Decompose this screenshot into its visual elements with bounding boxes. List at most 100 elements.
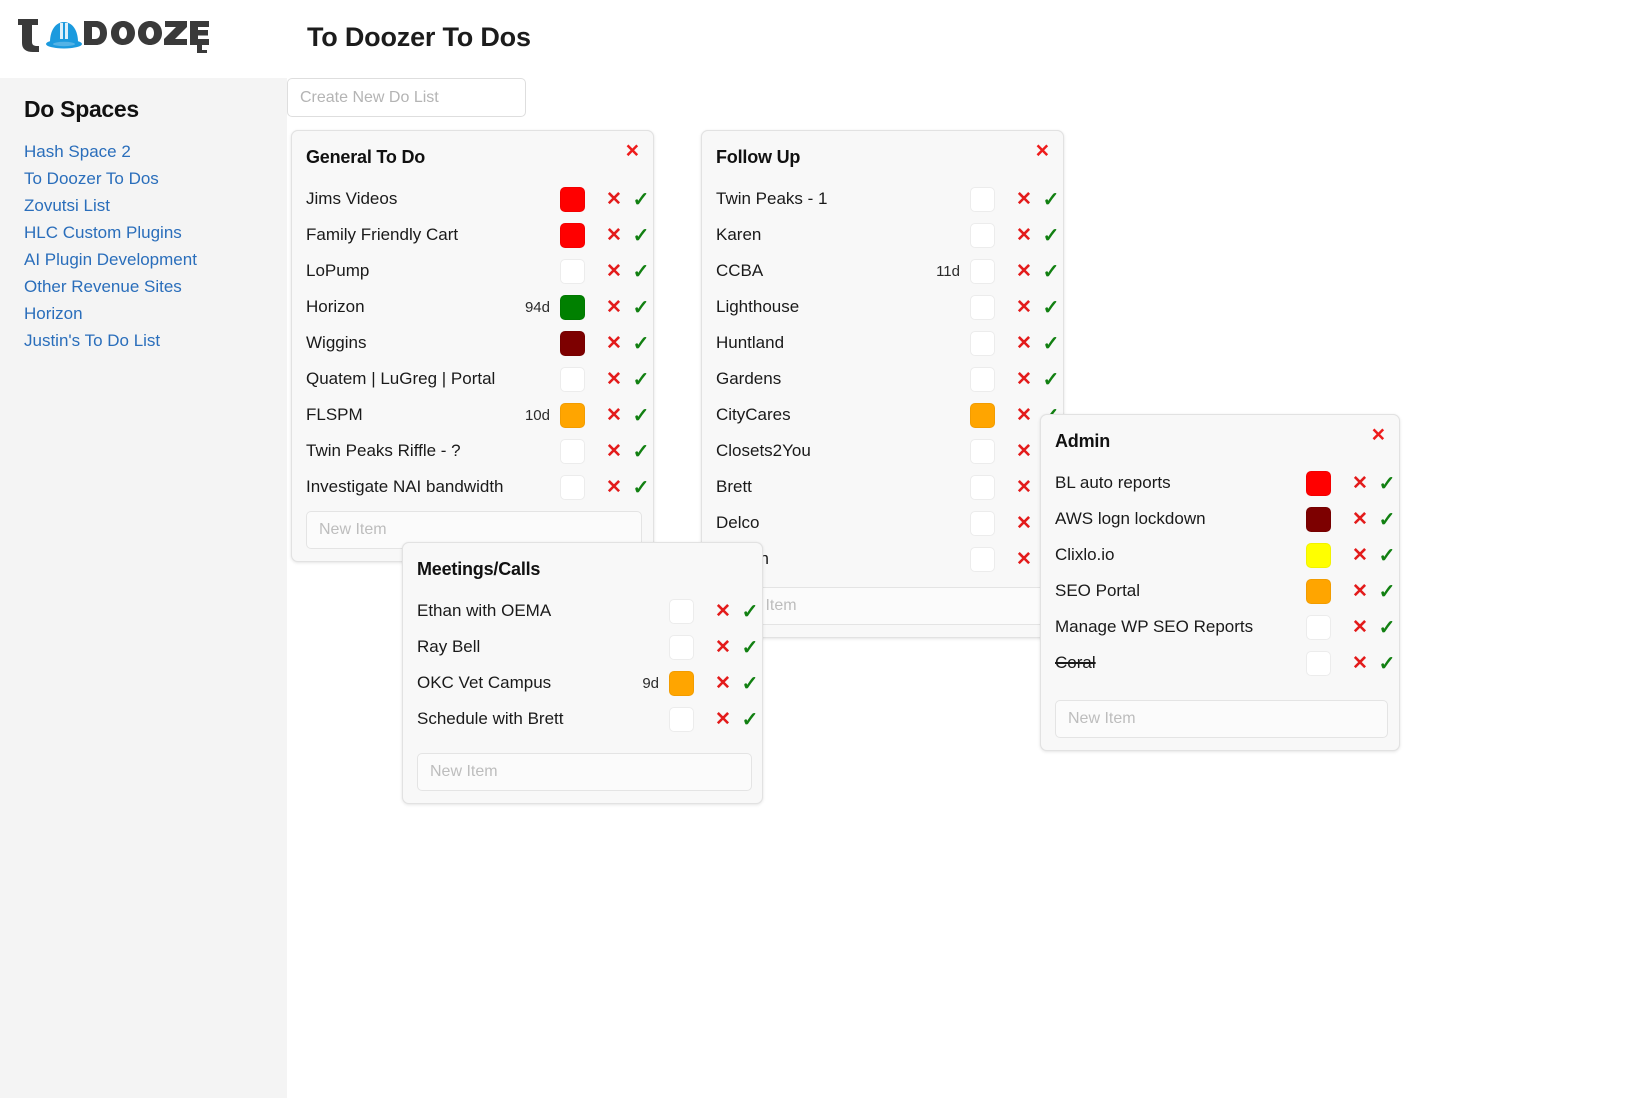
sidebar-item-to-doozer-to-dos[interactable]: To Doozer To Dos <box>24 165 197 192</box>
complete-item-icon[interactable]: ✓ <box>629 439 653 464</box>
list-item-label[interactable]: Wiggins <box>306 333 366 353</box>
list-item-label[interactable]: Manage WP SEO Reports <box>1055 617 1253 637</box>
list-item-label[interactable]: CCBA <box>716 261 763 281</box>
priority-color-swatch[interactable] <box>560 294 585 320</box>
delete-item-icon[interactable]: ✕ <box>1347 472 1373 495</box>
list-item-label[interactable]: Twin Peaks Riffle - ? <box>306 441 461 461</box>
complete-item-icon[interactable]: ✓ <box>629 475 653 500</box>
delete-item-icon[interactable]: ✕ <box>1011 188 1037 211</box>
priority-color-swatch[interactable] <box>560 186 585 212</box>
priority-color-swatch[interactable] <box>970 474 995 500</box>
priority-color-swatch[interactable] <box>1306 470 1331 496</box>
complete-item-icon[interactable]: ✓ <box>629 187 653 212</box>
delete-item-icon[interactable]: ✕ <box>601 476 627 499</box>
delete-item-icon[interactable]: ✕ <box>1347 508 1373 531</box>
delete-item-icon[interactable]: ✕ <box>1347 580 1373 603</box>
sidebar-item-hlc-custom-plugins[interactable]: HLC Custom Plugins <box>24 219 197 246</box>
complete-item-icon[interactable]: ✓ <box>1375 543 1399 568</box>
delete-item-icon[interactable]: ✕ <box>1347 544 1373 567</box>
delete-item-icon[interactable]: ✕ <box>710 708 736 731</box>
new-item-input[interactable] <box>417 753 752 791</box>
list-item-label[interactable]: OKC Vet Campus <box>417 673 551 693</box>
delete-item-icon[interactable]: ✕ <box>1011 476 1037 499</box>
complete-item-icon[interactable]: ✓ <box>1039 295 1063 320</box>
complete-item-icon[interactable]: ✓ <box>629 295 653 320</box>
list-item-label[interactable]: FLSPM <box>306 405 363 425</box>
close-icon[interactable]: × <box>1036 139 1049 162</box>
priority-color-swatch[interactable] <box>970 222 995 248</box>
complete-item-icon[interactable]: ✓ <box>738 635 762 660</box>
list-item-label[interactable]: Lighthouse <box>716 297 799 317</box>
priority-color-swatch[interactable] <box>1306 542 1331 568</box>
priority-color-swatch[interactable] <box>560 438 585 464</box>
complete-item-icon[interactable]: ✓ <box>738 671 762 696</box>
list-item-label[interactable]: Ray Bell <box>417 637 480 657</box>
app-logo[interactable] <box>14 13 210 53</box>
sidebar-item-justin-s-to-do-list[interactable]: Justin's To Do List <box>24 327 197 354</box>
complete-item-icon[interactable]: ✓ <box>738 707 762 732</box>
complete-item-icon[interactable]: ✓ <box>1039 367 1063 392</box>
delete-item-icon[interactable]: ✕ <box>710 672 736 695</box>
list-item-label[interactable]: Quatem | LuGreg | Portal <box>306 369 495 389</box>
list-item-label[interactable]: Schedule with Brett <box>417 709 563 729</box>
delete-item-icon[interactable]: ✕ <box>1011 548 1037 571</box>
priority-color-swatch[interactable] <box>669 598 694 624</box>
list-item-label[interactable]: Ethan with OEMA <box>417 601 551 621</box>
list-item-label[interactable]: Coral <box>1055 653 1096 673</box>
complete-item-icon[interactable]: ✓ <box>1375 471 1399 496</box>
list-item-label[interactable]: Closets2You <box>716 441 811 461</box>
priority-color-swatch[interactable] <box>970 438 995 464</box>
list-item-label[interactable]: Jims Videos <box>306 189 397 209</box>
list-item-label[interactable]: Gardens <box>716 369 781 389</box>
priority-color-swatch[interactable] <box>1306 578 1331 604</box>
priority-color-swatch[interactable] <box>970 294 995 320</box>
list-item-label[interactable]: Huntland <box>716 333 784 353</box>
delete-item-icon[interactable]: ✕ <box>1011 260 1037 283</box>
sidebar-item-zovutsi-list[interactable]: Zovutsi List <box>24 192 197 219</box>
priority-color-swatch[interactable] <box>970 402 995 428</box>
new-item-input[interactable] <box>716 587 1052 625</box>
delete-item-icon[interactable]: ✕ <box>601 260 627 283</box>
complete-item-icon[interactable]: ✓ <box>1039 187 1063 212</box>
priority-color-swatch[interactable] <box>1306 506 1331 532</box>
create-new-list-input[interactable] <box>287 78 526 117</box>
sidebar-item-other-revenue-sites[interactable]: Other Revenue Sites <box>24 273 197 300</box>
priority-color-swatch[interactable] <box>560 258 585 284</box>
priority-color-swatch[interactable] <box>560 474 585 500</box>
delete-item-icon[interactable]: ✕ <box>1011 224 1037 247</box>
delete-item-icon[interactable]: ✕ <box>1011 296 1037 319</box>
new-item-input[interactable] <box>1055 700 1388 738</box>
delete-item-icon[interactable]: ✕ <box>601 404 627 427</box>
delete-item-icon[interactable]: ✕ <box>710 636 736 659</box>
list-item-label[interactable]: Clixlo.io <box>1055 545 1115 565</box>
priority-color-swatch[interactable] <box>970 186 995 212</box>
delete-item-icon[interactable]: ✕ <box>1011 440 1037 463</box>
complete-item-icon[interactable]: ✓ <box>1039 259 1063 284</box>
priority-color-swatch[interactable] <box>970 330 995 356</box>
delete-item-icon[interactable]: ✕ <box>710 600 736 623</box>
close-icon[interactable]: × <box>626 139 639 162</box>
priority-color-swatch[interactable] <box>669 634 694 660</box>
list-item-label[interactable]: BL auto reports <box>1055 473 1171 493</box>
priority-color-swatch[interactable] <box>970 258 995 284</box>
delete-item-icon[interactable]: ✕ <box>1011 512 1037 535</box>
list-item-label[interactable]: LoPump <box>306 261 369 281</box>
delete-item-icon[interactable]: ✕ <box>601 332 627 355</box>
delete-item-icon[interactable]: ✕ <box>601 188 627 211</box>
complete-item-icon[interactable]: ✓ <box>629 403 653 428</box>
delete-item-icon[interactable]: ✕ <box>1011 404 1037 427</box>
list-item-label[interactable]: Twin Peaks - 1 <box>716 189 828 209</box>
list-item-label[interactable]: Karen <box>716 225 761 245</box>
list-item-label[interactable]: Horizon <box>306 297 365 317</box>
complete-item-icon[interactable]: ✓ <box>629 259 653 284</box>
list-item-label[interactable]: SEO Portal <box>1055 581 1140 601</box>
priority-color-swatch[interactable] <box>970 546 995 572</box>
delete-item-icon[interactable]: ✕ <box>601 440 627 463</box>
complete-item-icon[interactable]: ✓ <box>1375 615 1399 640</box>
complete-item-icon[interactable]: ✓ <box>1375 507 1399 532</box>
complete-item-icon[interactable]: ✓ <box>1375 651 1399 676</box>
delete-item-icon[interactable]: ✕ <box>601 296 627 319</box>
list-item-label[interactable]: Delco <box>716 513 759 533</box>
complete-item-icon[interactable]: ✓ <box>629 367 653 392</box>
close-icon[interactable]: × <box>1372 423 1385 446</box>
